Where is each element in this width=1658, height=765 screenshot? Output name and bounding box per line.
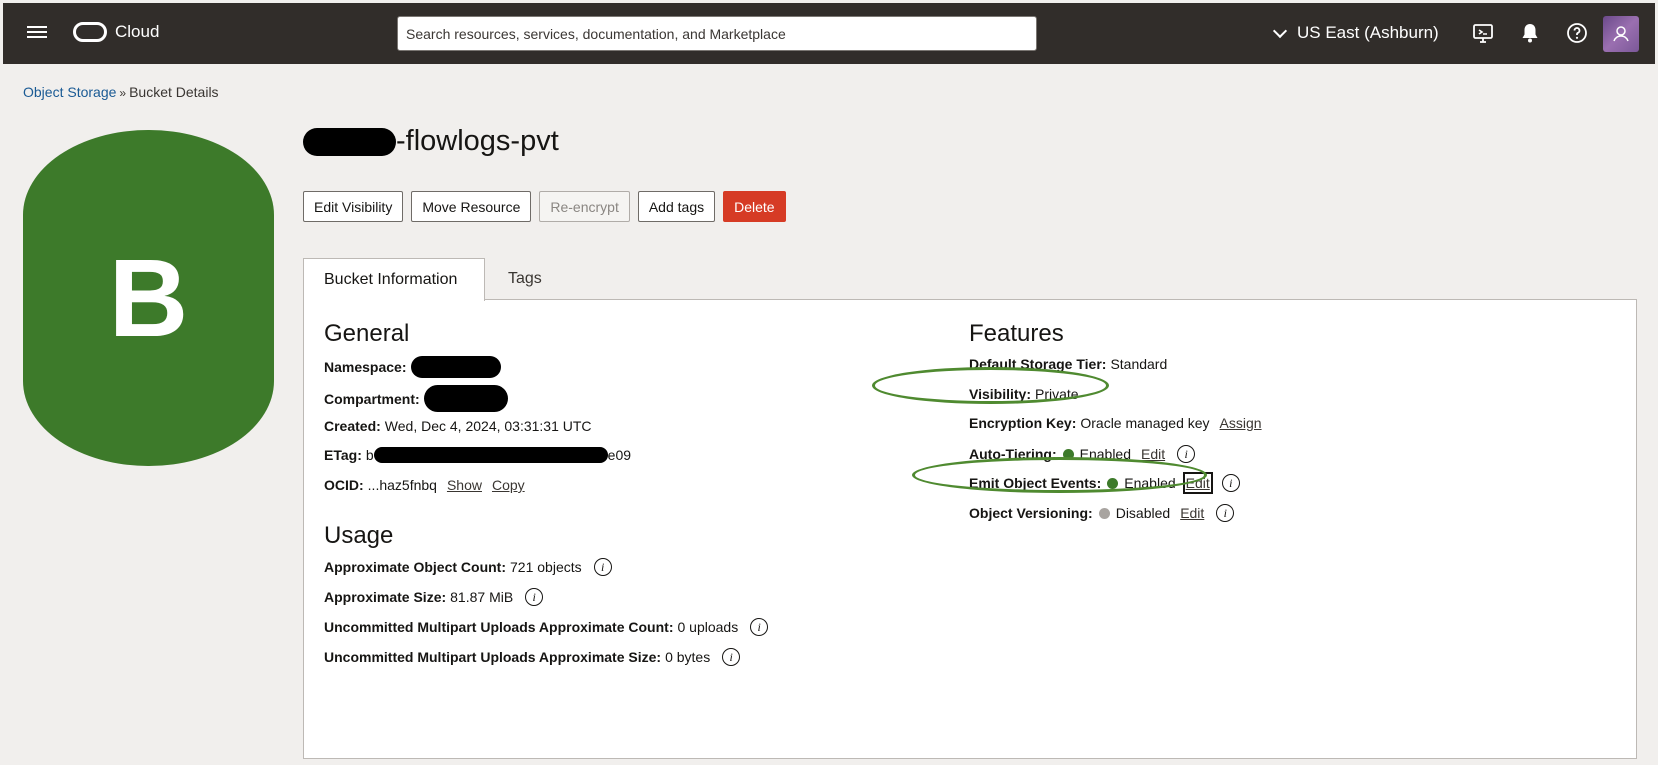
auto-tiering-value: Enabled bbox=[1079, 446, 1132, 462]
region-selector[interactable]: US East (Ashburn) bbox=[1272, 23, 1439, 43]
info-icon[interactable]: i bbox=[722, 648, 741, 666]
created-value: Wed, Dec 4, 2024, 03:31:31 UTC bbox=[384, 418, 592, 434]
oracle-cloud-logo[interactable]: Cloud bbox=[73, 22, 159, 42]
delete-button[interactable]: Delete bbox=[723, 191, 786, 222]
approximate-size-value: 81.87 MiB bbox=[450, 589, 514, 605]
encryption-key-label: Encryption Key: bbox=[969, 415, 1077, 431]
auto-tiering-row: Auto-Tiering: Enabled Edit i bbox=[969, 445, 1196, 463]
created-label: Created: bbox=[324, 418, 381, 434]
search-input[interactable] bbox=[397, 16, 1037, 51]
reencrypt-button[interactable]: Re-encrypt bbox=[539, 191, 630, 222]
redacted-compartment bbox=[423, 385, 508, 412]
etag-row: ETag: b e09 bbox=[324, 447, 631, 463]
add-tags-button[interactable]: Add tags bbox=[637, 191, 716, 222]
object-count-value: 721 objects bbox=[510, 559, 582, 575]
bucket-icon-letter: B bbox=[108, 236, 189, 360]
disabled-status-dot-icon bbox=[1098, 507, 1110, 519]
app-frame: Cloud US East (Ashburn) O bbox=[3, 3, 1655, 762]
visibility-row: Visibility: Private bbox=[969, 386, 1079, 402]
info-icon[interactable]: i bbox=[750, 618, 769, 636]
encryption-key-value: Oracle managed key bbox=[1080, 415, 1210, 431]
usage-section-title: Usage bbox=[324, 522, 394, 549]
created-row: Created: Wed, Dec 4, 2024, 03:31:31 UTC bbox=[324, 418, 592, 434]
user-avatar[interactable] bbox=[1603, 16, 1639, 52]
hamburger-menu-icon[interactable] bbox=[27, 23, 47, 43]
region-label: US East (Ashburn) bbox=[1297, 23, 1439, 42]
emit-object-events-value: Enabled bbox=[1124, 475, 1176, 491]
redacted-etag bbox=[373, 447, 608, 463]
redacted-bucket-prefix bbox=[303, 127, 396, 156]
storage-tier-label: Default Storage Tier: bbox=[969, 356, 1107, 372]
etag-prefix: b bbox=[365, 447, 374, 463]
tab-bucket-information[interactable]: Bucket Information bbox=[303, 258, 485, 301]
top-navigation-bar: Cloud US East (Ashburn) bbox=[3, 3, 1655, 64]
multipart-size-value: 0 bytes bbox=[665, 649, 711, 665]
ocid-show-link[interactable]: Show bbox=[447, 477, 482, 493]
features-section-title: Features bbox=[969, 320, 1064, 347]
encryption-key-row: Encryption Key: Oracle managed key Assig… bbox=[969, 415, 1262, 431]
info-icon[interactable]: i bbox=[593, 558, 612, 576]
namespace-row: Namespace: bbox=[324, 356, 501, 378]
multipart-count-row: Uncommitted Multipart Uploads Approximat… bbox=[324, 618, 769, 636]
etag-label: ETag: bbox=[324, 447, 362, 463]
info-icon[interactable]: i bbox=[525, 588, 544, 606]
oracle-logo-icon bbox=[73, 22, 107, 42]
bucket-information-panel: General Namespace: Compartment: Created:… bbox=[303, 299, 1637, 759]
auto-tiering-edit-link[interactable]: Edit bbox=[1141, 446, 1165, 462]
help-icon[interactable] bbox=[1565, 21, 1589, 45]
object-count-row: Approximate Object Count: 721 objects i bbox=[324, 558, 612, 576]
object-versioning-value: Disabled bbox=[1115, 505, 1171, 521]
move-resource-button[interactable]: Move Resource bbox=[411, 191, 532, 222]
action-toolbar: Edit Visibility Move Resource Re-encrypt… bbox=[303, 191, 786, 222]
tab-tags[interactable]: Tags bbox=[488, 258, 562, 300]
object-count-label: Approximate Object Count: bbox=[324, 559, 507, 575]
approximate-size-row: Approximate Size: 81.87 MiB i bbox=[324, 588, 544, 606]
brand-label: Cloud bbox=[115, 22, 160, 41]
assign-link[interactable]: Assign bbox=[1220, 415, 1262, 431]
object-versioning-label: Object Versioning: bbox=[969, 505, 1093, 521]
bucket-icon: B bbox=[23, 130, 274, 466]
breadcrumb-current: Bucket Details bbox=[129, 84, 219, 100]
info-icon[interactable]: i bbox=[1216, 504, 1235, 522]
compartment-row: Compartment: bbox=[324, 385, 508, 412]
approximate-size-label: Approximate Size: bbox=[324, 589, 447, 605]
visibility-label: Visibility: bbox=[969, 386, 1031, 402]
info-icon[interactable]: i bbox=[1221, 474, 1240, 492]
redacted-namespace bbox=[410, 356, 501, 378]
emit-object-events-label: Emit Object Events: bbox=[969, 475, 1102, 491]
object-versioning-edit-link[interactable]: Edit bbox=[1180, 505, 1204, 521]
breadcrumb: Object Storage» Bucket Details bbox=[23, 84, 219, 100]
ocid-label: OCID: bbox=[324, 477, 364, 493]
multipart-count-value: 0 uploads bbox=[677, 619, 739, 635]
breadcrumb-separator: » bbox=[119, 86, 127, 100]
bucket-title: -flowlogs-pvt bbox=[303, 125, 559, 158]
ocid-value: ...haz5fnbq bbox=[367, 477, 437, 493]
ocid-copy-link[interactable]: Copy bbox=[492, 477, 525, 493]
visibility-value: Private bbox=[1034, 386, 1079, 402]
edit-visibility-button[interactable]: Edit Visibility bbox=[303, 191, 404, 222]
general-section-title: General bbox=[324, 320, 410, 347]
info-icon[interactable]: i bbox=[1177, 445, 1196, 463]
emit-object-events-row: Emit Object Events: Enabled Edit i bbox=[969, 472, 1240, 494]
user-profile-icon bbox=[1613, 26, 1629, 42]
multipart-size-label: Uncommitted Multipart Uploads Approximat… bbox=[324, 649, 662, 665]
storage-tier-row: Default Storage Tier: Standard bbox=[969, 356, 1167, 372]
notifications-bell-icon[interactable] bbox=[1518, 21, 1542, 45]
emit-object-events-edit-link[interactable]: Edit bbox=[1182, 472, 1213, 494]
namespace-label: Namespace: bbox=[324, 359, 407, 375]
ocid-row: OCID: ...haz5fnbq Show Copy bbox=[324, 477, 525, 493]
chevron-down-icon bbox=[1272, 23, 1288, 38]
etag-suffix: e09 bbox=[607, 447, 632, 463]
enabled-status-dot-icon bbox=[1062, 448, 1074, 460]
enabled-status-dot-icon bbox=[1107, 477, 1119, 489]
page-title: -flowlogs-pvt bbox=[396, 125, 559, 157]
object-versioning-row: Object Versioning: Disabled Edit i bbox=[969, 504, 1235, 522]
breadcrumb-object-storage-link[interactable]: Object Storage bbox=[23, 84, 116, 100]
storage-tier-value: Standard bbox=[1110, 356, 1168, 372]
compartment-label: Compartment: bbox=[324, 390, 420, 407]
multipart-count-label: Uncommitted Multipart Uploads Approximat… bbox=[324, 619, 674, 635]
multipart-size-row: Uncommitted Multipart Uploads Approximat… bbox=[324, 648, 741, 666]
auto-tiering-label: Auto-Tiering: bbox=[969, 446, 1057, 462]
cloud-shell-icon[interactable] bbox=[1471, 21, 1495, 45]
